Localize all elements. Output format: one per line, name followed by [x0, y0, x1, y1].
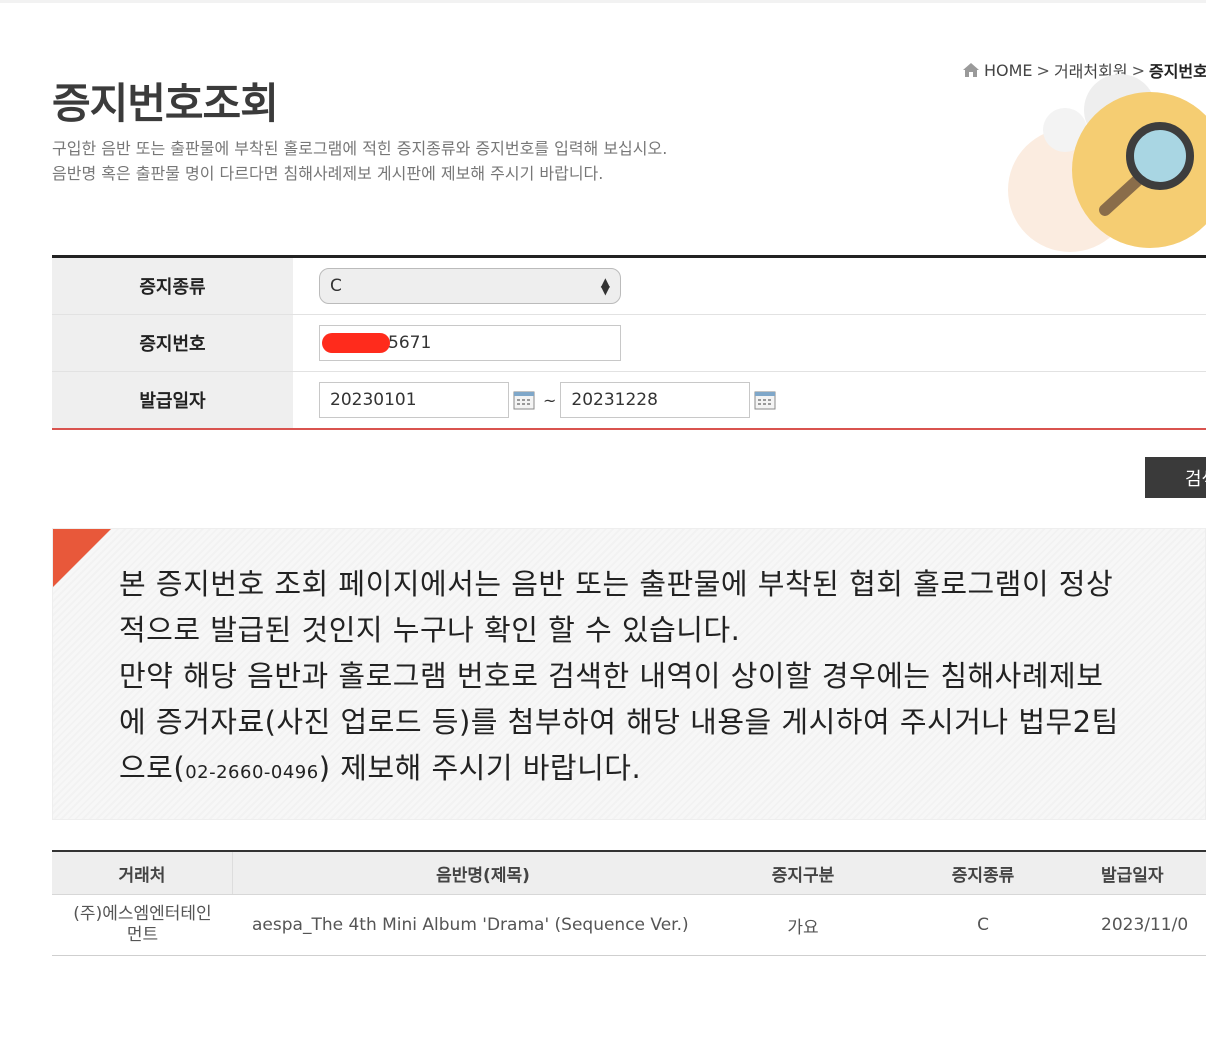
- type-field-cell: C ▲ ▼: [293, 258, 1206, 314]
- number-field-cell: 5671: [293, 315, 1206, 371]
- type-select[interactable]: C ▲ ▼: [319, 268, 621, 304]
- cell-company-line-1: (주)에스엠엔터테인: [73, 904, 212, 924]
- notice-corner-mark: [53, 529, 111, 587]
- header-category: 증지구분: [771, 865, 835, 886]
- date-to-value: 20231228: [571, 390, 658, 410]
- date-to-input[interactable]: 20231228: [560, 382, 751, 418]
- type-label: 증지종류: [52, 258, 293, 314]
- magnifier-icon: [1008, 74, 1206, 252]
- number-label: 증지번호: [52, 315, 293, 371]
- header-date: 발급일자: [1101, 865, 1164, 886]
- form-row-date: 발급일자 20230101 ~ 20231228: [52, 372, 1206, 428]
- home-icon[interactable]: [962, 62, 980, 78]
- cell-category: 가요: [787, 917, 819, 938]
- header-type: 증지종류: [951, 865, 1015, 886]
- redaction-mark: [322, 333, 390, 353]
- header-company: 거래처: [52, 852, 233, 894]
- search-button[interactable]: 검색: [1145, 457, 1206, 498]
- results-header: 거래처 음반명(제목) 증지구분 증지종류 발급일자: [52, 852, 1206, 895]
- top-border: [0, 0, 1206, 3]
- page-description: 구입한 음반 또는 출판물에 부착된 홀로그램에 적힌 증지종류와 증지번호를 …: [52, 136, 667, 186]
- cell-company-line-2: 먼트: [126, 925, 159, 945]
- form-row-number: 증지번호 5671: [52, 315, 1206, 372]
- form-row-type: 증지종류 C ▲ ▼: [52, 258, 1206, 315]
- description-line-1: 구입한 음반 또는 출판물에 부착된 홀로그램에 적힌 증지종류와 증지번호를 …: [52, 139, 668, 158]
- notice-box: 본 증지번호 조회 페이지에서는 음반 또는 출판물에 부착된 협회 홀로그램이…: [52, 528, 1206, 820]
- notice-line-1: 본 증지번호 조회 페이지에서는 음반 또는 출판물에 부착된 협회 홀로그램이…: [119, 567, 1114, 601]
- notice-line-5-a: 으로(: [119, 751, 186, 785]
- search-form: 증지종류 C ▲ ▼ 증지번호 5671 발급일자 20230101 ~ 202…: [52, 255, 1206, 430]
- notice-phone: 02-2660-0496: [185, 762, 319, 783]
- header-album: 음반명(제목): [436, 865, 530, 886]
- date-label: 발급일자: [52, 372, 293, 428]
- calendar-icon[interactable]: [513, 390, 535, 410]
- results-table: 거래처 음반명(제목) 증지구분 증지종류 발급일자 (주)에스엠엔터테인 먼트…: [52, 850, 1206, 956]
- cell-company: (주)에스엠엔터테인 먼트: [52, 895, 233, 955]
- notice-line-5: 으로(02-2660-0496) 제보해 주시기 바랍니다.: [119, 745, 1199, 796]
- calendar-icon[interactable]: [754, 390, 776, 410]
- page-title: 증지번호조회: [52, 79, 279, 128]
- date-from-input[interactable]: 20230101: [319, 382, 509, 418]
- date-separator: ~: [543, 390, 557, 410]
- notice-line-2: 적으로 발급된 것인지 누구나 확인 할 수 있습니다.: [119, 613, 741, 647]
- cell-album: aespa_The 4th Mini Album 'Drama' (Sequen…: [252, 915, 689, 935]
- notice-line-3: 만약 해당 음반과 홀로그램 번호로 검색한 내역이 상이할 경우에는 침해사례…: [119, 659, 1104, 693]
- notice-text: 본 증지번호 조회 페이지에서는 음반 또는 출판물에 부착된 협회 홀로그램이…: [119, 561, 1199, 796]
- type-select-value: C: [330, 276, 342, 296]
- cell-date: 2023/11/0: [1101, 915, 1189, 935]
- select-arrows-icon: ▲ ▼: [600, 275, 610, 297]
- notice-line-4: 에 증거자료(사진 업로드 등)를 첨부하여 해당 내용을 게시하여 주시거나 …: [119, 705, 1119, 739]
- table-row[interactable]: (주)에스엠엔터테인 먼트 aespa_The 4th Mini Album '…: [52, 895, 1206, 955]
- cell-type: C: [977, 915, 989, 935]
- notice-line-5-b: ) 제보해 주시기 바랍니다.: [318, 751, 642, 785]
- number-input-value: 5671: [388, 333, 432, 353]
- date-from-value: 20230101: [330, 390, 417, 410]
- description-line-2: 음반명 혹은 출판물 명이 다르다면 침해사례제보 게시판에 제보해 주시기 바…: [52, 164, 604, 183]
- date-field-cell: 20230101 ~ 20231228: [293, 372, 1206, 428]
- number-input[interactable]: 5671: [319, 325, 621, 361]
